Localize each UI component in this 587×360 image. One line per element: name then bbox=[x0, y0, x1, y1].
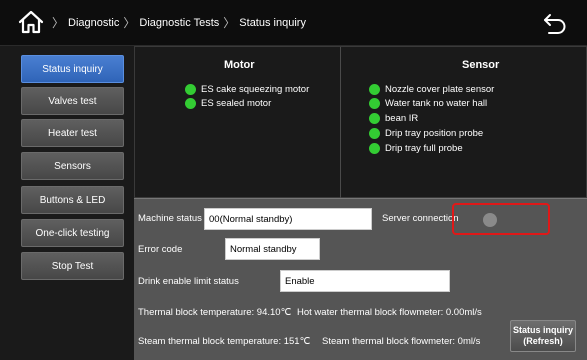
highlight-box bbox=[452, 203, 550, 235]
sidebar-item-heater-test[interactable]: Heater test bbox=[21, 119, 124, 147]
steam-flowmeter: Steam thermal block flowmeter: 0ml/s bbox=[322, 336, 481, 347]
indicator-label: Drip tray full probe bbox=[385, 143, 463, 154]
indicator-label: Nozzle cover plate sensor bbox=[385, 84, 495, 95]
machine-status-label: Machine status bbox=[138, 213, 202, 224]
main-content: Motor ES cake squeezing motor ES sealed … bbox=[134, 46, 587, 360]
sensor-indicator: Drip tray full probe bbox=[369, 143, 463, 154]
indicator-label: ES cake squeezing motor bbox=[201, 84, 310, 95]
steam-block-temp: Steam thermal block temperature: 151℃ bbox=[138, 336, 311, 347]
chevron-right-icon: 〉 bbox=[123, 16, 136, 30]
status-dot-icon bbox=[369, 128, 380, 139]
chevron-right-icon: 〉 bbox=[223, 16, 236, 30]
breadcrumb-item: Status inquiry bbox=[239, 16, 306, 29]
motor-title: Motor bbox=[224, 59, 255, 71]
thermal-block-temp: Thermal block temperature: 94.10℃ bbox=[138, 307, 292, 318]
error-code-label: Error code bbox=[138, 244, 183, 255]
status-dot-icon bbox=[185, 84, 196, 95]
breadcrumb-item[interactable]: Diagnostic bbox=[68, 17, 119, 29]
status-dot-icon bbox=[369, 84, 380, 95]
hot-water-flowmeter: Hot water thermal block flowmeter: 0.00m… bbox=[297, 307, 482, 318]
panel-divider bbox=[340, 47, 341, 199]
chevron-right-icon: 〉 bbox=[52, 16, 65, 30]
breadcrumb: 〉 Diagnostic 〉 Diagnostic Tests 〉 Status… bbox=[48, 14, 306, 31]
sensor-indicator: bean IR bbox=[369, 113, 418, 124]
indicator-panel: Motor ES cake squeezing motor ES sealed … bbox=[134, 46, 587, 199]
top-bar: 〉 Diagnostic 〉 Diagnostic Tests 〉 Status… bbox=[0, 0, 587, 46]
home-icon[interactable] bbox=[18, 10, 44, 34]
indicator-label: ES sealed motor bbox=[201, 98, 272, 109]
sidebar-item-valves-test[interactable]: Valves test bbox=[21, 87, 124, 115]
server-connection-label: Server connection bbox=[382, 213, 459, 224]
status-dot-icon bbox=[369, 113, 380, 124]
indicator-label: bean IR bbox=[385, 113, 419, 124]
error-code-field: Normal standby bbox=[225, 238, 320, 260]
refresh-button-label: Status inquiry bbox=[512, 325, 573, 335]
refresh-button-sublabel: (Refresh) bbox=[523, 336, 563, 346]
machine-status-field: 00(Normal standby) bbox=[204, 208, 372, 230]
status-dot-icon bbox=[369, 98, 380, 109]
refresh-button[interactable]: Status inquiry (Refresh) bbox=[510, 320, 576, 352]
sensor-indicator: Water tank no water hall bbox=[369, 98, 487, 109]
sidebar-item-buttons-led[interactable]: Buttons & LED bbox=[21, 186, 124, 214]
status-panel: Machine status 00(Normal standby) Server… bbox=[134, 198, 587, 360]
drink-limit-field: Enable bbox=[280, 270, 450, 292]
sidebar-item-status-inquiry[interactable]: Status inquiry bbox=[21, 55, 124, 83]
status-dot-icon bbox=[185, 98, 196, 109]
motor-indicator: ES sealed motor bbox=[185, 98, 271, 109]
sensor-indicator: Drip tray position probe bbox=[369, 128, 483, 139]
indicator-label: Water tank no water hall bbox=[385, 98, 488, 109]
motor-indicator: ES cake squeezing motor bbox=[185, 84, 309, 95]
sensor-indicator: Nozzle cover plate sensor bbox=[369, 84, 494, 95]
sidebar-item-stop-test[interactable]: Stop Test bbox=[21, 252, 124, 280]
indicator-label: Drip tray position probe bbox=[385, 128, 484, 139]
sensor-title: Sensor bbox=[462, 59, 500, 71]
drink-limit-label: Drink enable limit status bbox=[138, 276, 239, 287]
status-dot-icon bbox=[369, 143, 380, 154]
breadcrumb-item[interactable]: Diagnostic Tests bbox=[139, 17, 219, 29]
sidebar: Status inquiry Valves test Heater test S… bbox=[0, 46, 134, 360]
sidebar-item-one-click-testing[interactable]: One-click testing bbox=[21, 219, 124, 247]
back-arrow-icon[interactable] bbox=[543, 12, 567, 34]
sidebar-item-sensors[interactable]: Sensors bbox=[21, 152, 124, 180]
